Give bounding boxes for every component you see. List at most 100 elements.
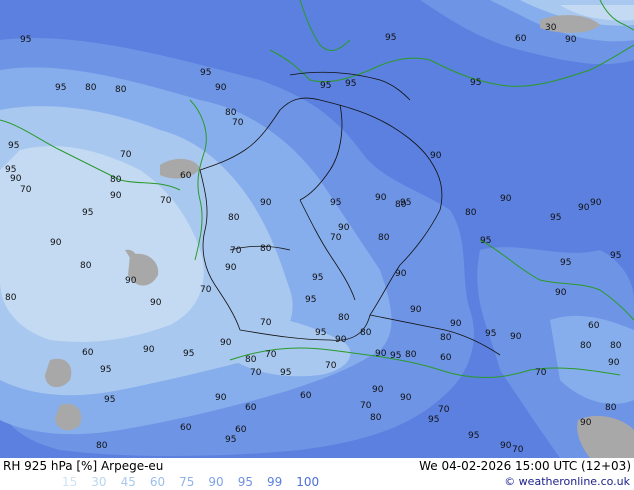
- contour-label: 90: [375, 349, 387, 359]
- contour-label: 95: [20, 35, 31, 45]
- contour-label: 80: [610, 341, 622, 351]
- contour-label: 90: [430, 151, 442, 161]
- contour-label: 80: [80, 261, 92, 271]
- contour-label: 70: [325, 361, 337, 371]
- contour-label: 70: [120, 150, 132, 160]
- contour-label: 60: [300, 391, 312, 401]
- contour-label: 95: [315, 328, 326, 338]
- contour-label: 90: [375, 193, 387, 203]
- color-legend: 15 30 45 60 75 90 95 99 100: [62, 475, 333, 489]
- contour-label: 80: [115, 85, 127, 95]
- contour-label: 80: [260, 244, 272, 254]
- contour-label: 80: [110, 175, 122, 185]
- contour-label: 80: [370, 413, 382, 423]
- contour-label: 90: [580, 418, 592, 428]
- contour-label: 95: [305, 295, 316, 305]
- contour-label: 90: [500, 441, 512, 451]
- contour-label: 95: [200, 68, 211, 78]
- contour-label: 95: [280, 368, 291, 378]
- contour-label: 90: [335, 335, 347, 345]
- contour-label: 70: [20, 185, 32, 195]
- contour-label: 90: [608, 358, 620, 368]
- contour-label: 80: [605, 403, 617, 413]
- legend-value: 95: [237, 475, 253, 489]
- legend-value: 30: [91, 475, 107, 489]
- contour-label: 80: [360, 328, 372, 338]
- contour-label: 70: [360, 401, 372, 411]
- contour-label: 70: [260, 318, 272, 328]
- valid-time: We 04-02-2026 15:00 UTC (12+03): [419, 459, 631, 473]
- contour-label: 90: [215, 393, 227, 403]
- contour-label: 90: [510, 332, 522, 342]
- contour-label: 95: [550, 213, 561, 223]
- contour-label: 95: [610, 251, 621, 261]
- contour-label: 95: [560, 258, 571, 268]
- contour-label: 90: [215, 83, 227, 93]
- contour-label: 70: [438, 405, 450, 415]
- contour-label: 90: [565, 35, 577, 45]
- contour-label: 90: [400, 393, 412, 403]
- legend-value: 100: [296, 475, 320, 489]
- contour-label: 90: [410, 305, 422, 315]
- legend-value: 15: [62, 475, 78, 489]
- contour-label: 95: [320, 81, 331, 91]
- contour-label: 95: [55, 83, 66, 93]
- contour-label: 95: [428, 415, 439, 425]
- contour-label: 70: [250, 368, 262, 378]
- map-title: RH 925 hPa [%] Arpege-eu: [3, 459, 164, 473]
- contour-label: 95: [385, 33, 396, 43]
- contour-label: 90: [338, 223, 350, 233]
- site-credit[interactable]: © weatheronline.co.uk: [504, 475, 630, 488]
- legend-value: 99: [266, 475, 283, 489]
- legend-value: 75: [179, 475, 195, 489]
- contour-label: 70: [230, 246, 242, 256]
- contour-label: 80: [395, 200, 407, 210]
- contour-label: 80: [378, 233, 390, 243]
- contour-label: 90: [50, 238, 62, 248]
- contour-label: 90: [110, 191, 122, 201]
- contour-label: 90: [500, 194, 512, 204]
- contour-label: 80: [405, 350, 417, 360]
- contour-label: 60: [245, 403, 257, 413]
- contour-label: 95: [312, 273, 323, 283]
- contour-label: 90: [590, 198, 602, 208]
- contour-label: 60: [180, 423, 192, 433]
- contour-label: 95: [468, 431, 479, 441]
- contour-label: 95: [390, 351, 401, 361]
- contour-label: 80: [245, 355, 257, 365]
- contour-label: 70: [535, 368, 547, 378]
- contour-label: 95: [480, 236, 491, 246]
- contour-label: 95: [485, 329, 496, 339]
- contour-label: 80: [5, 293, 17, 303]
- contour-label: 60: [588, 321, 600, 331]
- contour-label: 70: [232, 118, 244, 128]
- contour-label: 90: [555, 288, 567, 298]
- contour-label: 95: [82, 208, 93, 218]
- contour-label: 90: [125, 276, 137, 286]
- contour-label: 90: [143, 345, 155, 355]
- contour-label: 90: [260, 198, 272, 208]
- legend-value: 90: [208, 475, 224, 489]
- contour-label: 80: [228, 213, 240, 223]
- contour-label: 90: [220, 338, 232, 348]
- legend-value: 60: [149, 475, 166, 489]
- contour-label: 60: [515, 34, 527, 44]
- contour-label: 70: [330, 233, 342, 243]
- contour-label: 95: [8, 141, 19, 151]
- contour-label: 80: [96, 441, 108, 451]
- map-footer: RH 925 hPa [%] Arpege-eu We 04-02-2026 1…: [0, 458, 634, 490]
- contour-label: 60: [180, 171, 192, 181]
- contour-label: 90: [10, 174, 22, 184]
- contour-label: 95: [345, 79, 356, 89]
- contour-label: 70: [512, 445, 524, 455]
- contour-label: 95: [100, 365, 111, 375]
- legend-value: 45: [120, 475, 136, 489]
- contour-label: 70: [160, 196, 172, 206]
- contour-label: 70: [200, 285, 212, 295]
- contour-label: 80: [225, 108, 237, 118]
- contour-label: 80: [465, 208, 477, 218]
- contour-label: 90: [395, 269, 407, 279]
- contour-label: 90: [372, 385, 384, 395]
- contour-label: 30: [545, 23, 557, 33]
- contour-label: 95: [225, 435, 236, 445]
